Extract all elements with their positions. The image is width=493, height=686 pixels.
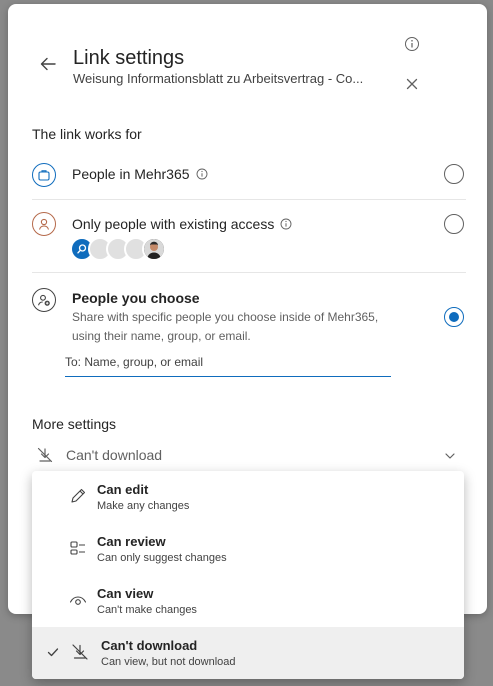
menu-item-desc: Make any changes: [97, 500, 190, 512]
option-description: Share with specific people you choose in…: [72, 310, 379, 343]
link-works-for-heading: The link works for: [32, 126, 142, 142]
checkmark-icon: [47, 648, 59, 657]
pencil-icon: [71, 488, 86, 503]
info-icon[interactable]: [196, 168, 208, 180]
menu-item-can-review[interactable]: Can review Can only suggest changes: [32, 523, 464, 575]
download-setting-dropdown[interactable]: Can't download: [32, 444, 466, 468]
dialog-title: Link settings: [73, 47, 185, 69]
person-icon: [32, 212, 56, 236]
option-label: People you choose: [72, 290, 200, 306]
to-field[interactable]: [65, 351, 391, 377]
menu-item-title: Can review: [97, 534, 166, 549]
close-icon[interactable]: [404, 76, 420, 92]
review-icon: [70, 541, 85, 555]
option-people-you-choose[interactable]: People you choose Share with specific pe…: [32, 286, 474, 346]
avatar: [142, 237, 166, 261]
eye-icon: [69, 596, 87, 605]
menu-item-desc: Can only suggest changes: [97, 552, 227, 564]
divider: [32, 272, 466, 273]
file-name: Weisung Informationsblatt zu Arbeitsvert…: [73, 71, 364, 86]
menu-item-can-view[interactable]: Can view Can't make changes: [32, 575, 464, 627]
menu-item-cant-download[interactable]: Can't download Can view, but not downloa…: [32, 627, 464, 679]
menu-item-title: Can edit: [97, 482, 149, 497]
radio-people-in-org[interactable]: [444, 164, 464, 184]
arrow-left-icon: [40, 57, 56, 71]
recipient-input[interactable]: [65, 351, 391, 369]
person-add-icon: [32, 288, 56, 312]
menu-item-title: Can view: [97, 586, 154, 601]
info-icon[interactable]: [280, 218, 292, 230]
option-label: People in Mehr365: [72, 166, 190, 182]
menu-item-desc: Can't make changes: [97, 604, 197, 616]
permission-menu: Can edit Make any changes Can review Can…: [32, 471, 464, 679]
radio-people-you-choose[interactable]: [444, 307, 464, 327]
briefcase-icon: [32, 163, 56, 187]
divider: [32, 199, 466, 200]
menu-item-title: Can't download: [101, 638, 198, 653]
more-settings-heading: More settings: [32, 416, 117, 432]
menu-item-can-edit[interactable]: Can edit Make any changes: [32, 471, 464, 523]
option-label: Only people with existing access: [72, 216, 275, 232]
option-people-in-org[interactable]: People in Mehr365: [32, 162, 474, 187]
download-setting-value: Can't download: [66, 447, 163, 463]
menu-item-desc: Can view, but not download: [101, 656, 236, 668]
chevron-down-icon: [445, 453, 455, 459]
no-download-icon: [37, 447, 53, 463]
back-button[interactable]: [36, 52, 60, 76]
radio-existing-access[interactable]: [444, 214, 464, 234]
info-icon[interactable]: [404, 36, 420, 52]
no-download-icon: [72, 644, 88, 660]
